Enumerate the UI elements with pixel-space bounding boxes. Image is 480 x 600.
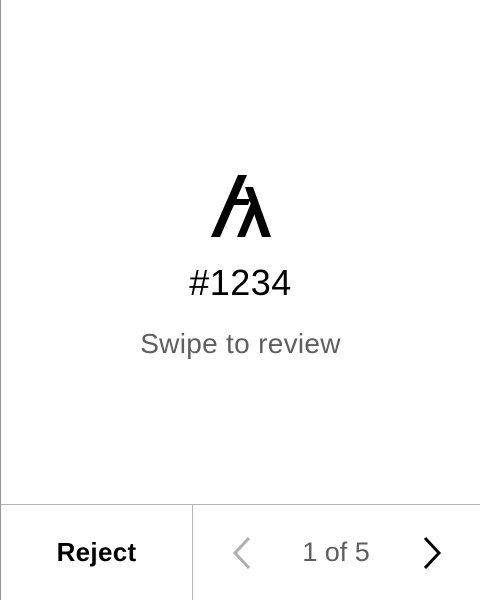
review-content[interactable]: #1234 Swipe to review [1,0,480,504]
algorand-logo-icon [209,175,273,237]
reject-label: Reject [56,537,137,567]
reject-button[interactable]: Reject [1,505,193,600]
chevron-right-icon[interactable] [417,535,445,571]
pager: 1 of 5 [193,505,480,600]
review-screen: #1234 Swipe to review Reject 1 of 5 [0,0,480,600]
swipe-hint: Swipe to review [140,328,341,359]
page-indicator: 1 of 5 [302,537,370,567]
action-footer: Reject 1 of 5 [1,504,480,600]
transaction-id: #1234 [189,262,292,303]
chevron-left-icon[interactable] [229,535,257,571]
